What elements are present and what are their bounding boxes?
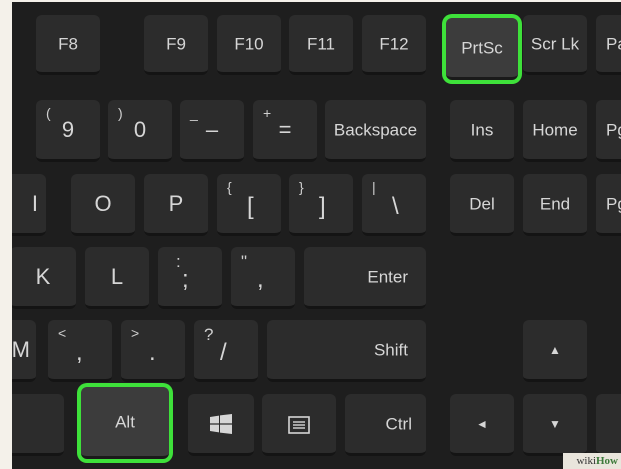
key-space-partial[interactable] — [12, 394, 64, 456]
key-arrow-up[interactable]: ▲ — [523, 320, 587, 382]
key-ins[interactable]: Ins — [450, 100, 514, 162]
key-semicolon[interactable]: : ; — [158, 247, 222, 309]
key-menu[interactable] — [262, 394, 336, 456]
key-f9[interactable]: F9 — [144, 15, 208, 75]
key-0[interactable]: ) 0 — [108, 100, 172, 162]
windows-logo-icon — [210, 414, 232, 434]
key-scrlk[interactable]: Scr Lk — [523, 15, 587, 75]
watermark-logo: wikiHow — [563, 453, 621, 469]
key-p[interactable]: P — [144, 174, 208, 236]
key-o[interactable]: O — [71, 174, 135, 236]
key-m-partial[interactable]: M — [12, 320, 36, 382]
key-pgdn-partial[interactable]: Pg — [596, 174, 621, 236]
key-pause-partial[interactable]: Pa — [596, 15, 621, 75]
key-i[interactable]: I — [12, 174, 46, 236]
key-f8[interactable]: F8 — [36, 15, 100, 75]
key-period[interactable]: > . — [121, 320, 185, 382]
key-arrow-right-partial[interactable] — [596, 394, 621, 456]
key-home[interactable]: Home — [523, 100, 587, 162]
key-comma[interactable]: < , — [48, 320, 112, 382]
key-quote[interactable]: " , — [231, 247, 295, 309]
key-k[interactable]: K — [12, 247, 76, 309]
keyboard: F8 F9 F10 F11 F12 PrtSc Scr Lk Pa ( 9 ) … — [12, 2, 621, 469]
key-pgup-partial[interactable]: Pg — [596, 100, 621, 162]
key-minus[interactable]: _ – — [180, 100, 244, 162]
key-arrow-left[interactable]: ◄ — [450, 394, 514, 456]
key-f12[interactable]: F12 — [362, 15, 426, 75]
key-del[interactable]: Del — [450, 174, 514, 236]
key-alt-highlighted[interactable]: Alt — [81, 387, 169, 459]
key-shift[interactable]: Shift — [267, 320, 426, 382]
key-f10[interactable]: F10 — [217, 15, 281, 75]
key-equals[interactable]: + = — [253, 100, 317, 162]
menu-icon — [288, 416, 310, 434]
key-windows[interactable] — [188, 394, 254, 456]
key-ctrl[interactable]: Ctrl — [345, 394, 426, 456]
key-enter[interactable]: Enter — [304, 247, 426, 309]
key-prtsc-highlighted[interactable]: PrtSc — [446, 18, 518, 80]
key-l[interactable]: L — [85, 247, 149, 309]
key-backspace[interactable]: Backspace — [325, 100, 426, 162]
key-f11[interactable]: F11 — [289, 15, 353, 75]
key-slash[interactable]: ? / — [194, 320, 258, 382]
key-arrow-down[interactable]: ▼ — [523, 394, 587, 456]
key-9[interactable]: ( 9 — [36, 100, 100, 162]
key-backslash[interactable]: | \ — [362, 174, 426, 236]
key-end[interactable]: End — [523, 174, 587, 236]
key-right-bracket[interactable]: } ] — [289, 174, 353, 236]
key-left-bracket[interactable]: { [ — [217, 174, 281, 236]
